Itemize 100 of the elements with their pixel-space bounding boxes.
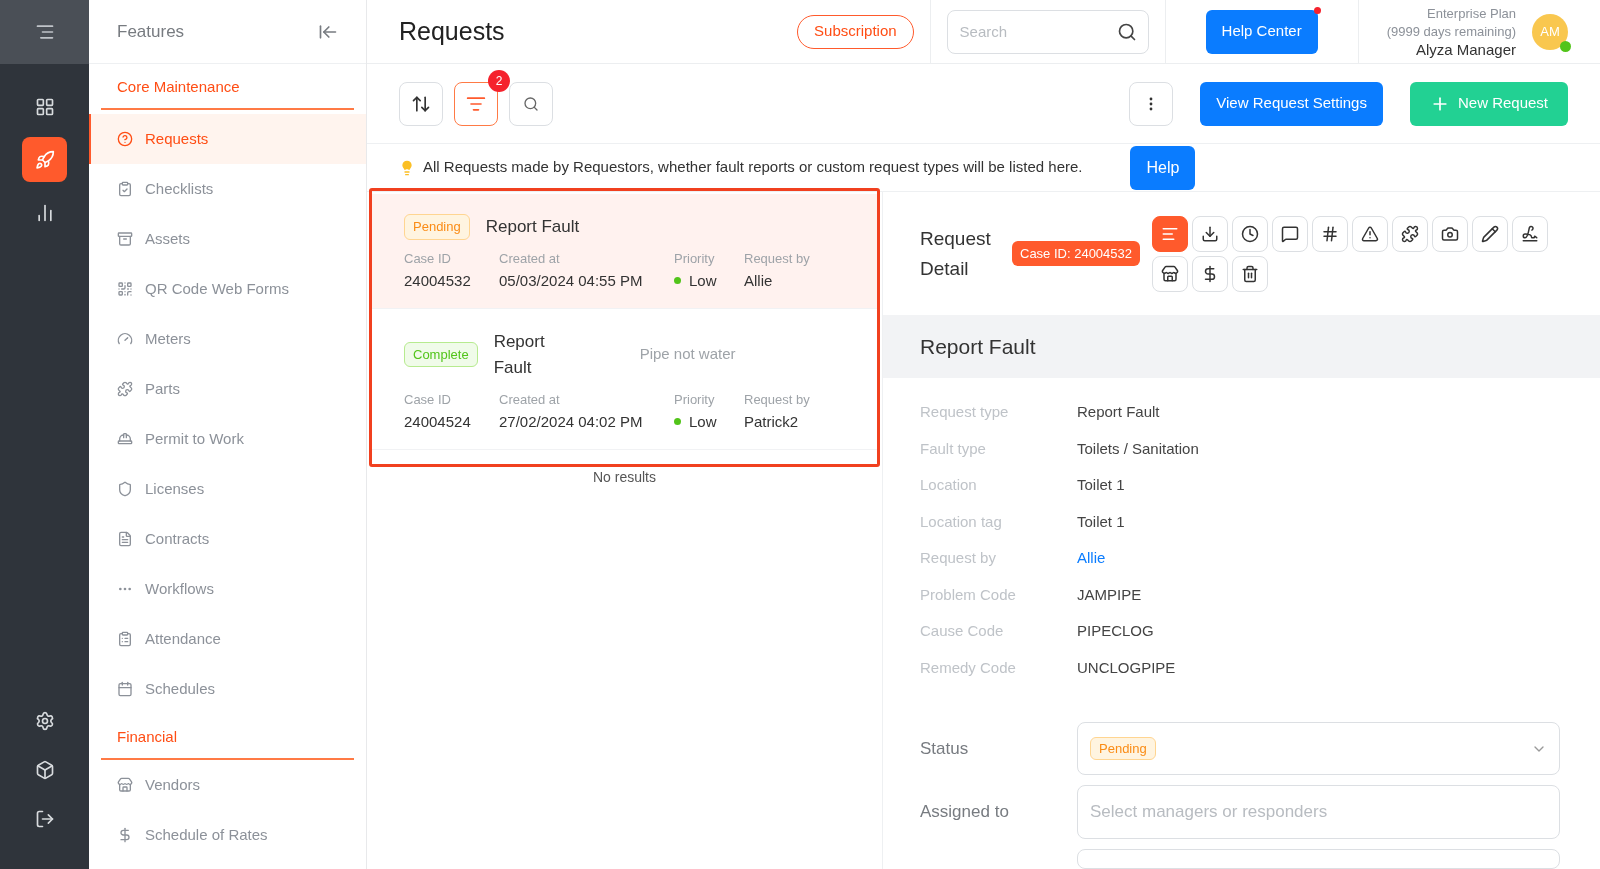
detail-label: Cause Code [920,621,1005,641]
sidebar-item[interactable]: Assets [89,214,366,264]
hard-hat-icon [117,431,133,447]
status-select[interactable]: Pending [1077,722,1560,775]
sidebar-item[interactable]: Schedule of Rates [89,810,366,860]
checklist-icon [117,181,133,197]
detail-label: Problem Code [920,584,1017,605]
field-label: Created at [499,249,561,268]
detail-value: UNCLOGPIPE [1077,657,1176,678]
lightbulb-icon [399,159,415,176]
plan-name: Enterprise Plan [1427,4,1516,23]
sidebar-item[interactable]: Workflows [89,564,366,614]
requester-link[interactable]: Allie [1077,547,1106,570]
field-value: Low [689,411,717,432]
assigned-label: Assigned to [920,801,1010,824]
detail-value: Report Fault [1077,402,1160,422]
sidebar-item[interactable]: Licenses [89,464,366,514]
request-title: Report Fault [485,216,580,238]
section-heading: Core Maintenance [117,78,240,95]
field-label: Case ID [404,390,452,409]
search-field[interactable]: Search [946,9,1149,54]
calendar-icon [117,681,133,697]
puzzle-icon [117,381,133,397]
puzzle-icon[interactable] [1392,215,1429,252]
help-button[interactable]: Help [1130,145,1196,190]
field-label: Request by [744,390,811,409]
dollar-icon [117,827,133,843]
menu-icon[interactable] [34,22,55,42]
section-title: Report Fault [920,333,1036,360]
sidebar-item[interactable]: Meters [89,314,366,364]
sidebar-item[interactable]: Checklists [89,164,366,214]
pencil-icon[interactable] [1472,215,1509,252]
page-title: Requests [399,15,506,47]
qr-code-icon [117,281,133,297]
detail-value: Toilets / Sanitation [1077,438,1199,459]
sort-button[interactable] [399,81,443,126]
detail-label: Request type [920,402,1010,422]
new-request-button[interactable]: New Request [1409,81,1568,126]
info-text: All Requests made by Requestors, whether fault reports or custom request types will be listed here. [423,157,1083,178]
question-icon [117,131,133,147]
store-icon [117,777,133,793]
chat-icon[interactable] [1272,215,1309,252]
gauge-icon [117,331,133,347]
sidebar-item[interactable]: Parts [89,364,366,414]
store-icon[interactable] [1152,255,1189,292]
detail-label: Remedy Code [920,657,1017,678]
detail-label: Location [920,475,978,495]
sidebar-item[interactable]: Contracts [89,514,366,564]
download-icon[interactable] [1192,215,1229,252]
camera-icon[interactable] [1432,215,1469,252]
status-badge: Complete [404,341,478,368]
detail-heading: Request Detail [920,226,992,281]
signature-icon[interactable] [1512,215,1549,252]
sidebar-item[interactable]: Attendance [89,614,366,664]
status-label: Status [920,737,970,760]
hash-icon[interactable] [1312,215,1349,252]
sidebar-item[interactable]: Permit to Work [89,414,366,464]
shield-icon [117,481,133,497]
sidebar-item[interactable]: Vendors [89,760,366,810]
clipboard-icon [117,631,133,647]
status-badge: Pending [1090,736,1156,761]
more-icon [1149,96,1154,111]
detail-value: JAMPIPE [1077,584,1142,605]
assignee-field[interactable]: Select managers or responders [1077,785,1560,839]
field-value: Patrick2 [744,411,799,432]
case-id-badge: Case ID: 24004532 [1012,240,1141,267]
search-button[interactable] [509,81,553,126]
field-label: Request by [744,249,811,268]
field-label: Created at [499,390,561,409]
detail-value: Toilet 1 [1077,511,1125,532]
help-center-button[interactable]: Help Center [1205,9,1318,54]
field-label: Priority [674,390,716,409]
field-value: 27/02/2024 04:02 PM [499,411,643,432]
empty-message: No results [593,467,656,487]
section-heading: Financial [117,728,178,745]
detail-label: Location tag [920,511,1003,532]
detail-label: Fault type [920,438,987,459]
sidebar-item[interactable]: Schedules [89,664,366,714]
filter-count-badge: 2 [488,69,510,92]
request-note: Pipe not water [639,344,736,365]
select-field[interactable] [1077,849,1560,869]
field-label: Priority [674,249,716,268]
request-card[interactable]: Pending Report Fault Case ID 24004532 Created at 05/03/2024 04:55 PM Priority Low Request by Allie [372,194,877,309]
field-value: 24004532 [404,270,471,291]
clock-icon[interactable] [1232,215,1269,252]
field-value: 24004524 [404,411,471,432]
warning-icon[interactable] [1352,215,1389,252]
status-badge: Pending [404,214,470,240]
field-value: Low [689,270,717,291]
detail-label: Request by [920,548,997,568]
view-settings-button[interactable]: View Request Settings [1200,81,1383,126]
sidebar-item[interactable]: QR Code Web Forms [89,264,366,314]
document-icon [117,531,133,547]
user-name: Alyza Manager [1415,40,1516,59]
rocket-icon[interactable] [22,137,67,182]
trash-icon[interactable] [1232,255,1269,292]
dollar-icon[interactable] [1192,255,1229,292]
search-icon [1116,21,1137,42]
sidebar-item[interactable]: Requests [89,114,366,164]
detail-value: Toilet 1 [1077,475,1125,495]
